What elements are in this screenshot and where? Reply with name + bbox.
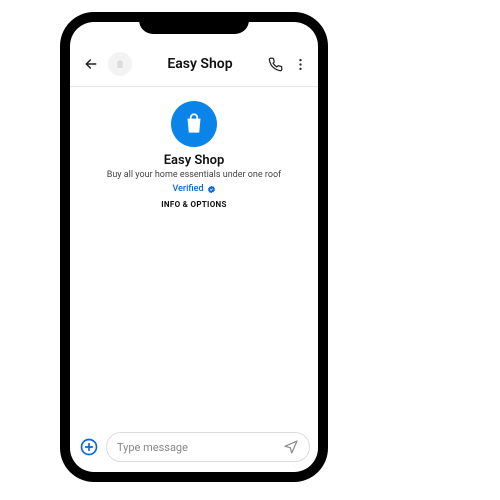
call-button[interactable] (268, 57, 283, 72)
more-button[interactable] (293, 57, 308, 72)
plus-circle-icon (79, 437, 99, 457)
send-button[interactable] (283, 439, 299, 455)
header-avatar (108, 52, 132, 76)
add-attachment-button[interactable] (78, 436, 100, 458)
verified-badge: Verified (172, 184, 215, 194)
verified-icon (207, 185, 216, 194)
verified-label: Verified (172, 184, 203, 194)
phone-frame: Easy Shop Easy Shop Buy all your home es… (60, 12, 328, 482)
business-logo (171, 101, 217, 147)
message-input[interactable]: Type message (106, 432, 310, 462)
info-options-button[interactable]: INFO & OPTIONS (161, 200, 226, 209)
send-icon (283, 439, 299, 455)
message-composer: Type message (70, 424, 318, 472)
more-vertical-icon (293, 57, 308, 72)
message-input-placeholder: Type message (117, 441, 277, 454)
back-button[interactable] (80, 56, 102, 72)
chat-body: Easy Shop Buy all your home essentials u… (70, 87, 318, 424)
phone-icon (268, 57, 283, 72)
header-title: Easy Shop (138, 56, 262, 72)
bag-icon (114, 58, 126, 70)
app-screen: Easy Shop Easy Shop Buy all your home es… (70, 22, 318, 472)
phone-notch (139, 12, 249, 34)
shopping-bag-icon (181, 111, 207, 137)
business-name: Easy Shop (164, 153, 225, 168)
business-tagline: Buy all your home essentials under one r… (107, 170, 282, 180)
back-arrow-icon (83, 56, 99, 72)
